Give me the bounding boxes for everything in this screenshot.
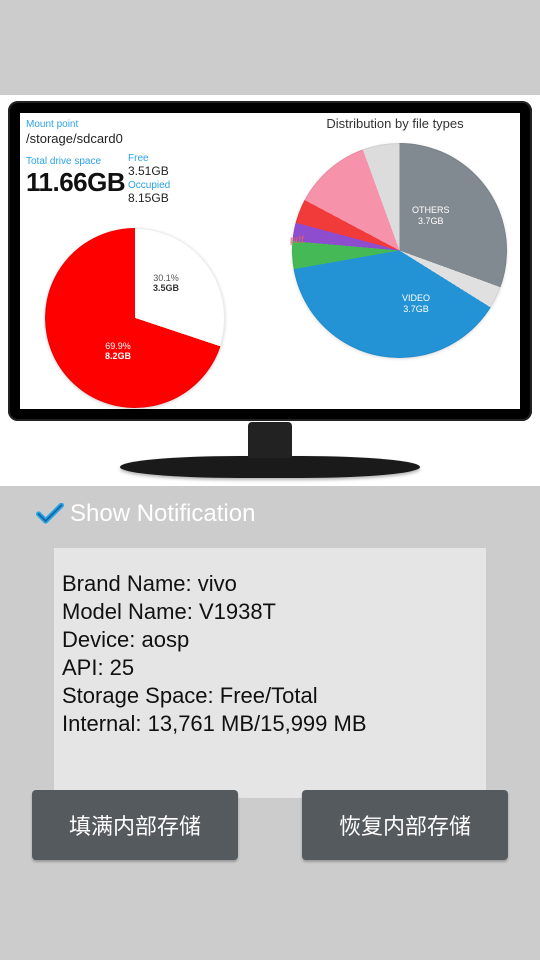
pdf-slice-label: pdf <box>290 235 304 246</box>
device-info-card: Brand Name: vivo Model Name: V1938T Devi… <box>54 548 486 798</box>
occupied-slice-label: 69.9% 8.2GB <box>105 341 131 362</box>
free-value: 3.51GB <box>128 164 170 178</box>
show-notification-label: Show Notification <box>70 500 255 528</box>
monitor-screen: Mount point /storage/sdcard0 Total drive… <box>20 113 520 409</box>
distribution-title: Distribution by file types <box>270 113 520 131</box>
button-row: 填满内部存储 恢复内部存储 <box>0 790 540 860</box>
restore-internal-button[interactable]: 恢复内部存储 <box>302 790 508 860</box>
filetype-pie-chart <box>292 143 507 358</box>
occupied-label: Occupied <box>128 180 170 191</box>
occupied-value: 8.15GB <box>128 191 170 205</box>
model-line: Model Name: V1938T <box>62 598 478 626</box>
lower-panel: Show Notification Brand Name: vivo Model… <box>0 486 540 960</box>
monitor-stand-base <box>120 456 420 478</box>
mount-point-label: Mount point <box>26 119 270 130</box>
top-spacer <box>0 0 540 95</box>
device-line: Device: aosp <box>62 626 478 654</box>
others-slice-label: OTHERS 3.7GB <box>412 205 450 227</box>
monitor-stand-neck <box>248 422 292 458</box>
free-slice-label: 30.1% 3.5GB <box>153 273 179 294</box>
monitor-frame: Mount point /storage/sdcard0 Total drive… <box>8 101 532 421</box>
video-slice-label: VIDEO 3.7GB <box>402 293 430 315</box>
brand-line: Brand Name: vivo <box>62 570 478 598</box>
api-line: API: 25 <box>62 654 478 682</box>
free-label: Free <box>128 153 170 164</box>
storage-line: Storage Space: Free/Total <box>62 682 478 710</box>
usage-pie-chart: 30.1% 3.5GB 69.9% 8.2GB <box>45 228 225 408</box>
internal-line: Internal: 13,761 MB/15,999 MB <box>62 710 478 738</box>
filetype-pie-wrap: OTHERS 3.7GB VIDEO 3.7GB pdf <box>292 143 507 358</box>
monitor-illustration: Mount point /storage/sdcard0 Total drive… <box>0 95 540 486</box>
show-notification-checkbox[interactable]: Show Notification <box>0 486 540 528</box>
mount-point-value: /storage/sdcard0 <box>26 131 270 146</box>
screen-right-panel: Distribution by file types OTHERS 3.7GB … <box>270 113 520 409</box>
check-icon <box>36 503 64 525</box>
free-occupied-block: Free 3.51GB Occupied 8.15GB <box>128 153 170 207</box>
fill-internal-button[interactable]: 填满内部存储 <box>32 790 238 860</box>
screen-left-panel: Mount point /storage/sdcard0 Total drive… <box>20 113 270 409</box>
